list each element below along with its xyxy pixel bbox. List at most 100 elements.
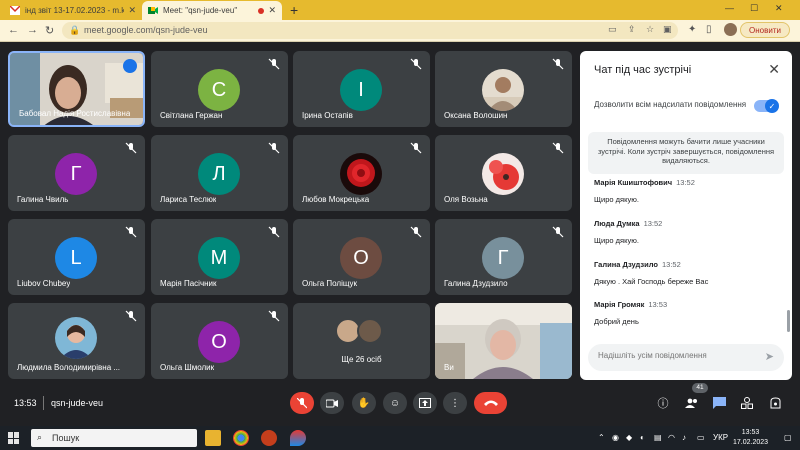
tray-app-icon[interactable]: ◆ [626,433,632,442]
people-icon[interactable] [684,396,700,410]
app-icon[interactable] [290,430,306,446]
participant-name: Світлана Гержан [160,111,223,120]
participant-avatar: М [198,237,240,279]
back-icon[interactable]: ← [8,24,19,36]
self-view-tile[interactable]: Ви [435,303,572,379]
close-tab-icon[interactable]: ✕ [128,5,136,16]
notifications-icon[interactable]: ▢ [784,433,792,442]
participant-tile[interactable]: О Ольга Поліщук [293,219,430,295]
participant-tile[interactable]: Бабовал Надія Ростиславівна [8,51,145,127]
tab-title: Meet: "qsn-jude-veu" [163,6,238,15]
search-icon: ⌕ [37,432,43,442]
address-bar[interactable]: 🔒 meet.google.com/qsn-jude-veu ▭ ⇪ ☆ ▣ [62,22,678,39]
more-participants-tile[interactable]: Ще 26 осіб [293,303,430,379]
close-icon[interactable]: ✕ [768,61,780,78]
allow-messages-toggle[interactable]: ✓ [754,99,779,113]
leave-call-button[interactable] [474,392,507,414]
participant-tile[interactable]: О Ольга Шмолик [151,303,288,379]
tab-report[interactable]: інд звіт 13-17.02.2023 - m.kondr ✕ [4,1,142,20]
tray-app-icon[interactable]: ◐ [640,433,645,442]
participant-name: Ольга Поліщук [302,279,358,288]
battery-icon[interactable]: ▭ [697,433,705,442]
participant-tile[interactable]: С Світлана Гержан [151,51,288,127]
present-button[interactable] [413,392,437,414]
chat-input[interactable] [598,351,758,360]
tray-app-icon[interactable]: ◉ [612,433,619,442]
participant-avatar: Г [482,237,524,279]
mic-toggle-button[interactable] [290,392,314,414]
chat-message: Марія Кшиштофович 13:52 Щиро дякую. [594,177,774,204]
extension-icon[interactable]: ▣ [663,24,672,35]
activities-icon[interactable] [739,396,755,410]
close-tab-icon[interactable]: ✕ [268,5,276,16]
forward-icon[interactable]: → [27,24,38,36]
chrome-icon[interactable] [233,430,249,446]
participant-tile[interactable]: Оксана Волошин [435,51,572,127]
host-controls-icon[interactable] [767,396,783,410]
new-tab-button[interactable]: + [290,2,298,18]
participant-tile[interactable]: Любов Мокрецька [293,135,430,211]
more-options-button[interactable]: ⋮ [443,392,467,414]
windows-start-icon[interactable] [8,432,20,444]
participant-tile[interactable]: М Марія Пасічник [151,219,288,295]
chat-input-box[interactable]: ➤ [588,344,784,371]
file-explorer-icon[interactable] [205,430,221,446]
meeting-code: qsn-jude-veu [51,398,104,408]
participant-tile[interactable]: L Liubov Chubey [8,219,145,295]
mic-off-icon [410,142,422,154]
url-text[interactable]: meet.google.com/qsn-jude-veu [84,25,208,35]
tray-chevron-icon[interactable]: ⌃ [598,433,605,442]
reactions-button[interactable]: ☺ [383,392,407,414]
participant-name: Любов Мокрецька [302,195,370,204]
send-icon[interactable]: ➤ [765,350,774,363]
close-window-icon[interactable]: ✕ [775,3,783,14]
participant-tile[interactable]: І Ірина Остапів [293,51,430,127]
participant-name: Бабовал Надія Ростиславівна [19,109,131,118]
meeting-details-icon[interactable]: ⓘ [655,396,671,410]
mic-off-icon [125,226,137,238]
participant-tile[interactable]: Людмила Володимирівна ... [8,303,145,379]
mic-off-icon [268,58,280,70]
chat-messages[interactable]: Марія Кшиштофович 13:52 Щиро дякую. Люда … [594,177,784,327]
participant-avatar: L [55,237,97,279]
chat-icon[interactable] [711,396,727,410]
taskbar-search[interactable]: ⌕ Пошук [31,429,197,447]
raise-hand-button[interactable]: ✋ [352,392,376,414]
participant-avatar: О [198,321,240,363]
update-button[interactable]: Оновити [740,22,790,38]
system-clock[interactable]: 13:53 17.02.2023 [733,428,768,448]
sidepanel-icon[interactable]: ▯ [706,24,712,35]
minimize-icon[interactable]: — [725,3,734,13]
puzzle-icon[interactable]: ✦ [688,24,696,35]
network-icon[interactable]: ▤ [654,433,662,442]
wifi-icon[interactable]: ◠ [668,433,675,442]
share-icon[interactable]: ⇪ [628,24,636,35]
bookmark-star-icon[interactable]: ☆ [646,24,654,35]
message-author: Люда Думка [594,219,640,228]
participant-name: Лариса Теслюк [160,195,217,204]
profile-avatar[interactable] [724,23,737,36]
participant-tile[interactable]: Г Галина Чвиль [8,135,145,211]
message-text: Щиро дякую. [594,236,639,245]
volume-icon[interactable]: ♪ [682,433,686,442]
language-indicator[interactable]: УКР [713,433,728,442]
camera-icon[interactable]: ▭ [608,24,617,35]
chat-scrollbar[interactable] [787,310,790,332]
participant-tile[interactable]: Г Галина Дзудзило [435,219,572,295]
maximize-icon[interactable]: ☐ [750,3,758,14]
mic-off-icon [268,142,280,154]
tab-meet[interactable]: Meet: "qsn-jude-veu" ✕ [142,1,282,20]
recording-icon [258,7,265,14]
message-text: Щиро дякую. [594,195,639,204]
divider [43,396,44,410]
participant-tile[interactable]: Оля Возьна [435,135,572,211]
participant-tile[interactable]: Л Лариса Теслюк [151,135,288,211]
participant-avatar: Л [198,153,240,195]
lock-icon[interactable]: 🔒 [69,25,80,36]
participant-name: Галина Дзудзило [444,279,508,288]
reload-icon[interactable]: ↻ [45,24,54,37]
participant-avatar: О [340,237,382,279]
powerpoint-icon[interactable] [261,430,277,446]
camera-toggle-button[interactable] [320,392,344,414]
avatar [357,318,383,344]
